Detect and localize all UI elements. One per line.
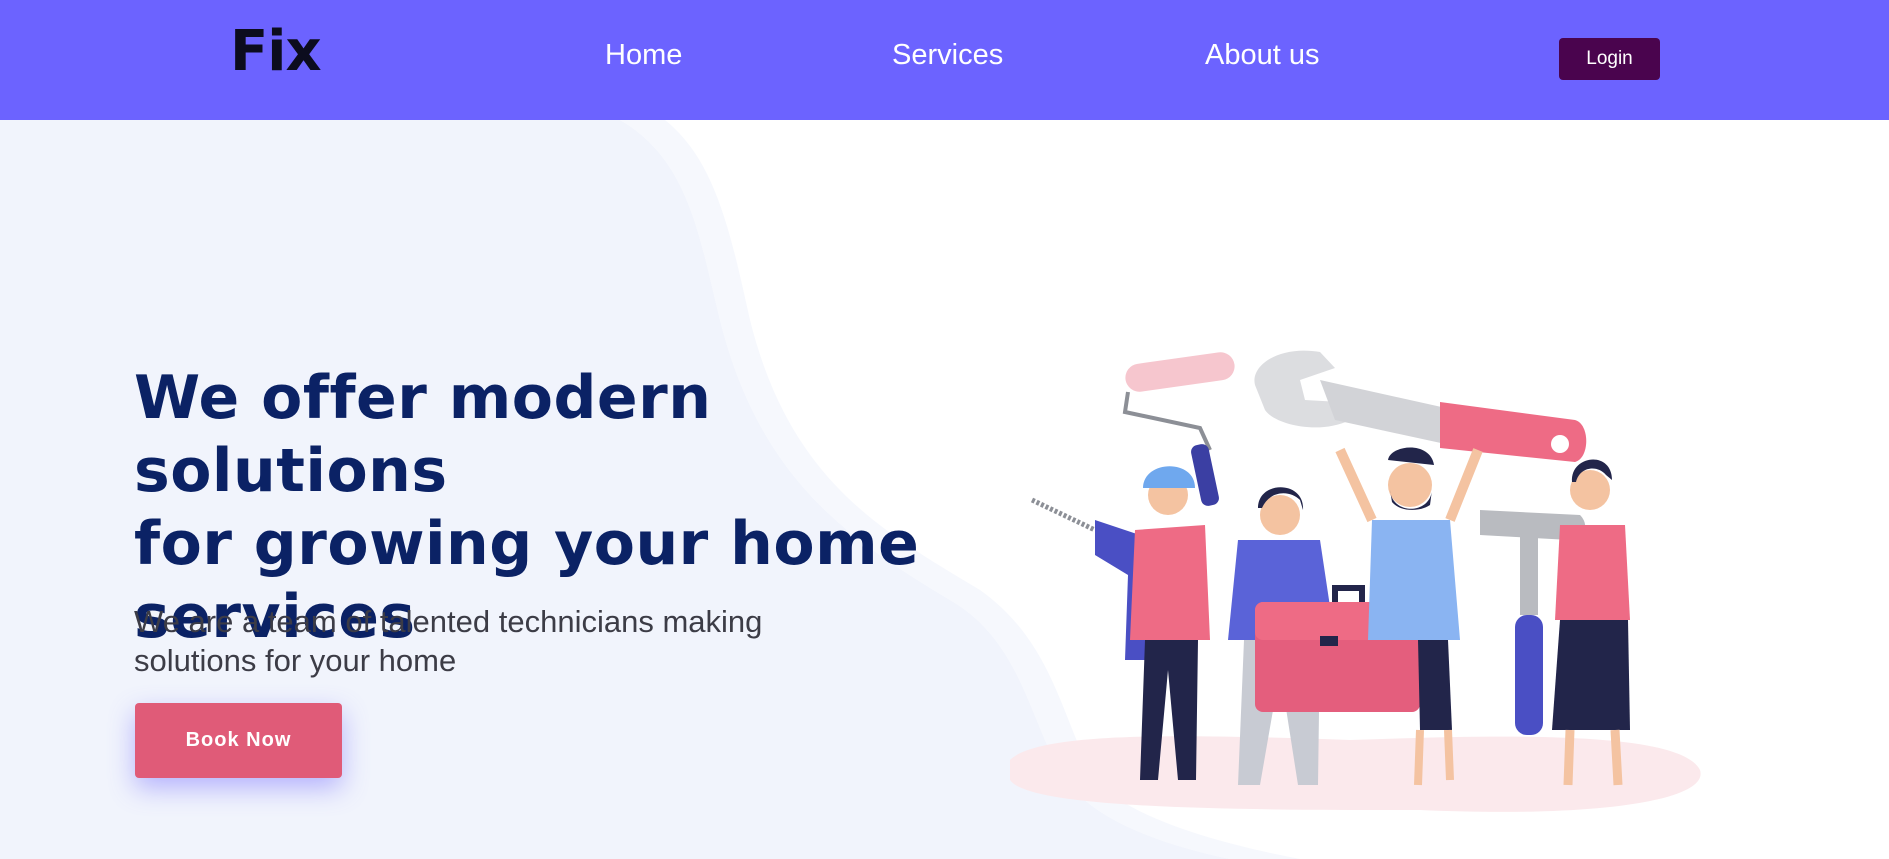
nav-about-link[interactable]: About us xyxy=(1205,38,1319,72)
book-now-button[interactable]: Book Now xyxy=(135,703,342,778)
technician-4-figure xyxy=(1552,459,1630,786)
top-navbar: Fix Home Services About us Login xyxy=(0,0,1889,120)
technician-1-figure xyxy=(1130,466,1210,780)
nav-home-link[interactable]: Home xyxy=(605,38,682,72)
wrench-icon xyxy=(1254,350,1587,462)
hero-subtitle-line-1: We are a team of talented technicians ma… xyxy=(134,604,763,639)
hero-subtitle-line-2: solutions for your home xyxy=(134,643,457,678)
technicians-with-tools-illustration xyxy=(1010,350,1701,812)
hero-title-line-2: for growing your home xyxy=(134,509,920,579)
hero-title-line-1: We offer modern solutions xyxy=(134,363,712,506)
brand-logo[interactable]: Fix xyxy=(230,19,322,84)
login-button[interactable]: Login xyxy=(1559,38,1660,80)
nav-services-link[interactable]: Services xyxy=(892,38,1003,72)
hero-subtitle: We are a team of talented technicians ma… xyxy=(134,602,854,680)
logo-text: Fix xyxy=(230,19,322,84)
